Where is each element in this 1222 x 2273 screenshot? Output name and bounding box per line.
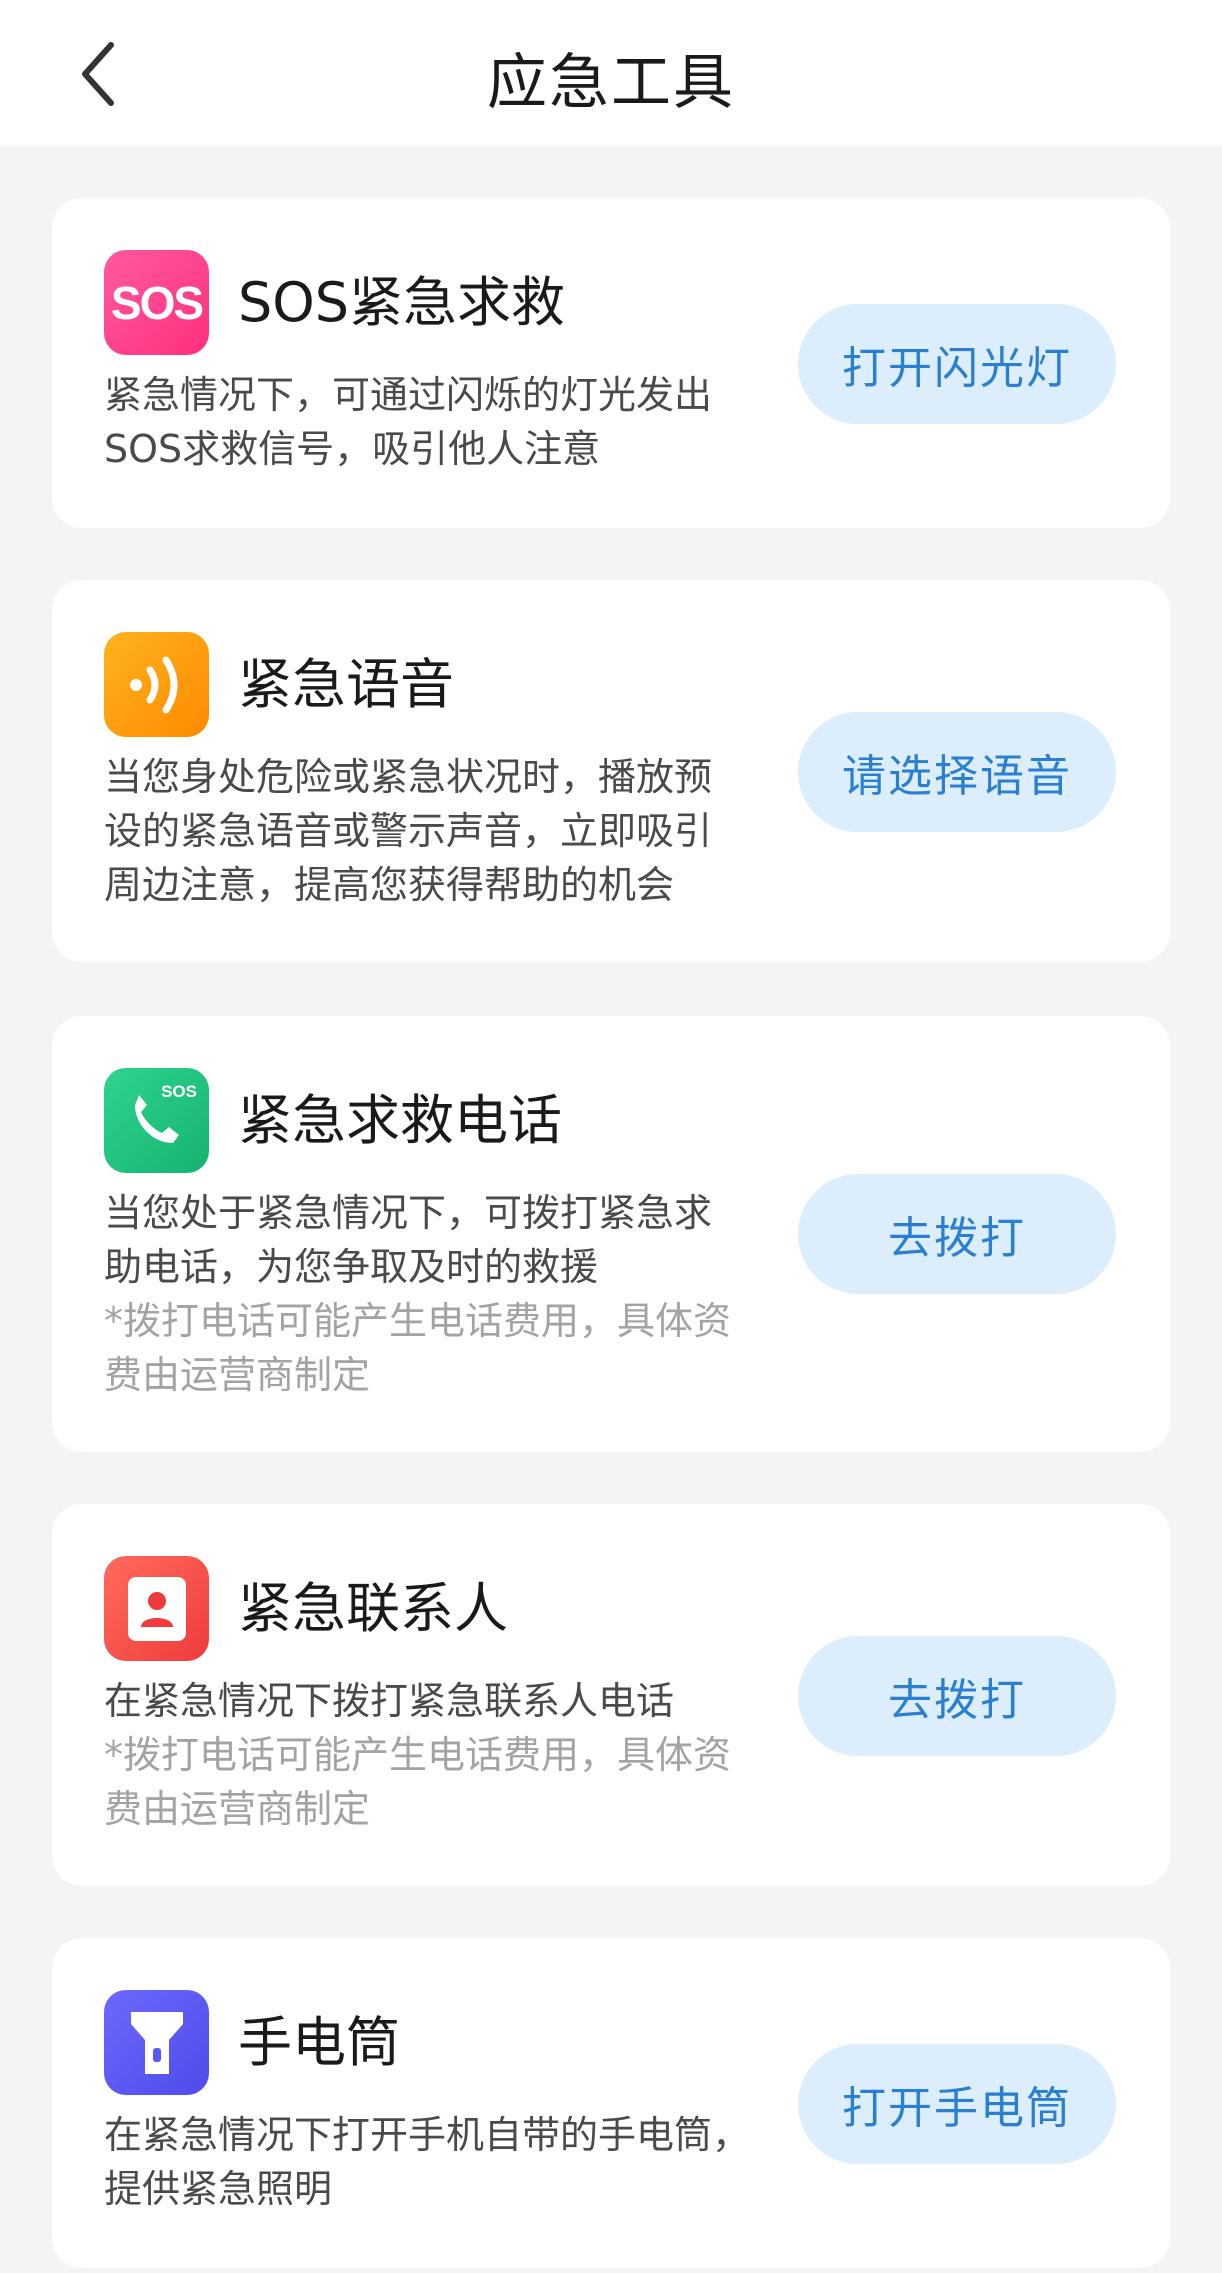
card-voice: 紧急语音 当您身处危险或紧急状况时，播放预 设的紧急语音或警示声音，立即吸引 周…	[52, 580, 1170, 962]
desc-line: 周边注意，提高您获得帮助的机会	[104, 863, 675, 907]
card-emergency-call: SOS 紧急求救电话 当您处于紧急情况下，可拨打紧急求 助电话，为您争取及时的救…	[52, 1016, 1170, 1452]
card-fee-note: *拨打电话可能产生电话费用，具体资 费由运营商制定	[104, 1294, 774, 1402]
card-description: 当您处于紧急情况下，可拨打紧急求 助电话，为您争取及时的救援	[104, 1186, 774, 1294]
card-description: 当您身处危险或紧急状况时，播放预 设的紧急语音或警示声音，立即吸引 周边注意，提…	[104, 750, 774, 912]
contact-card-icon	[104, 1556, 209, 1661]
voice-wave-icon	[129, 656, 177, 713]
card-title: 紧急语音	[238, 653, 454, 716]
contact-icon	[127, 1576, 186, 1641]
note-line: 费由运营商制定	[104, 1787, 371, 1831]
desc-line: 在紧急情况下打开手机自带的手电筒，	[104, 2113, 751, 2157]
dial-contact-button[interactable]: 去拨打	[798, 1636, 1116, 1756]
emergency-tools-page: 应急工具 SOS SOS紧急求救 紧急情况下，可通过闪烁的灯光发出 SOS求救信…	[0, 0, 1222, 2273]
torch-icon	[130, 2011, 183, 2074]
card-description: 在紧急情况下打开手机自带的手电筒， 提供紧急照明	[104, 2108, 774, 2216]
sos-phone-icon: SOS	[104, 1068, 209, 1173]
note-line: *拨打电话可能产生电话费用，具体资	[104, 1733, 732, 1777]
card-description: 紧急情况下，可通过闪烁的灯光发出 SOS求救信号，吸引他人注意	[104, 368, 774, 476]
voice-broadcast-icon	[104, 632, 209, 737]
card-fee-note: *拨打电话可能产生电话费用，具体资 费由运营商制定	[104, 1728, 774, 1836]
card-sos: SOS SOS紧急求救 紧急情况下，可通过闪烁的灯光发出 SOS求救信号，吸引他…	[52, 198, 1170, 528]
desc-line: 助电话，为您争取及时的救援	[104, 1245, 599, 1289]
sos-icon-text: SOS	[110, 276, 204, 329]
sos-icon: SOS	[104, 250, 209, 355]
desc-line: 当您身处危险或紧急状况时，播放预	[104, 755, 713, 799]
desc-line: 设的紧急语音或警示声音，立即吸引	[104, 809, 713, 853]
card-title: SOS紧急求救	[238, 271, 566, 334]
open-flash-button[interactable]: 打开闪光灯	[798, 304, 1116, 424]
select-voice-button[interactable]: 请选择语音	[798, 712, 1116, 832]
desc-line: 提供紧急照明	[104, 2167, 333, 2211]
desc-line: 在紧急情况下拨打紧急联系人电话	[104, 1679, 675, 1723]
desc-line: SOS求救信号，吸引他人注意	[104, 427, 601, 471]
card-title: 手电筒	[238, 2011, 400, 2074]
desc-line: 紧急情况下，可通过闪烁的灯光发出	[104, 373, 713, 417]
sos-icon-text: SOS	[161, 1082, 197, 1101]
open-flashlight-button[interactable]: 打开手电筒	[798, 2044, 1116, 2164]
desc-line: 当您处于紧急情况下，可拨打紧急求	[104, 1191, 713, 1235]
card-title: 紧急联系人	[238, 1577, 508, 1640]
flashlight-icon	[104, 1990, 209, 2095]
note-line: 费由运营商制定	[104, 1353, 371, 1397]
page-title: 应急工具	[487, 48, 735, 118]
note-line: *拨打电话可能产生电话费用，具体资	[104, 1299, 732, 1343]
card-emergency-contact: 紧急联系人 在紧急情况下拨打紧急联系人电话 *拨打电话可能产生电话费用，具体资 …	[52, 1504, 1170, 1886]
header-bar: 应急工具	[0, 0, 1222, 146]
dial-emergency-button[interactable]: 去拨打	[798, 1174, 1116, 1294]
card-title: 紧急求救电话	[238, 1089, 562, 1152]
card-flashlight: 手电筒 在紧急情况下打开手机自带的手电筒， 提供紧急照明 打开手电筒	[52, 1938, 1170, 2268]
card-description: 在紧急情况下拨打紧急联系人电话	[104, 1674, 774, 1728]
